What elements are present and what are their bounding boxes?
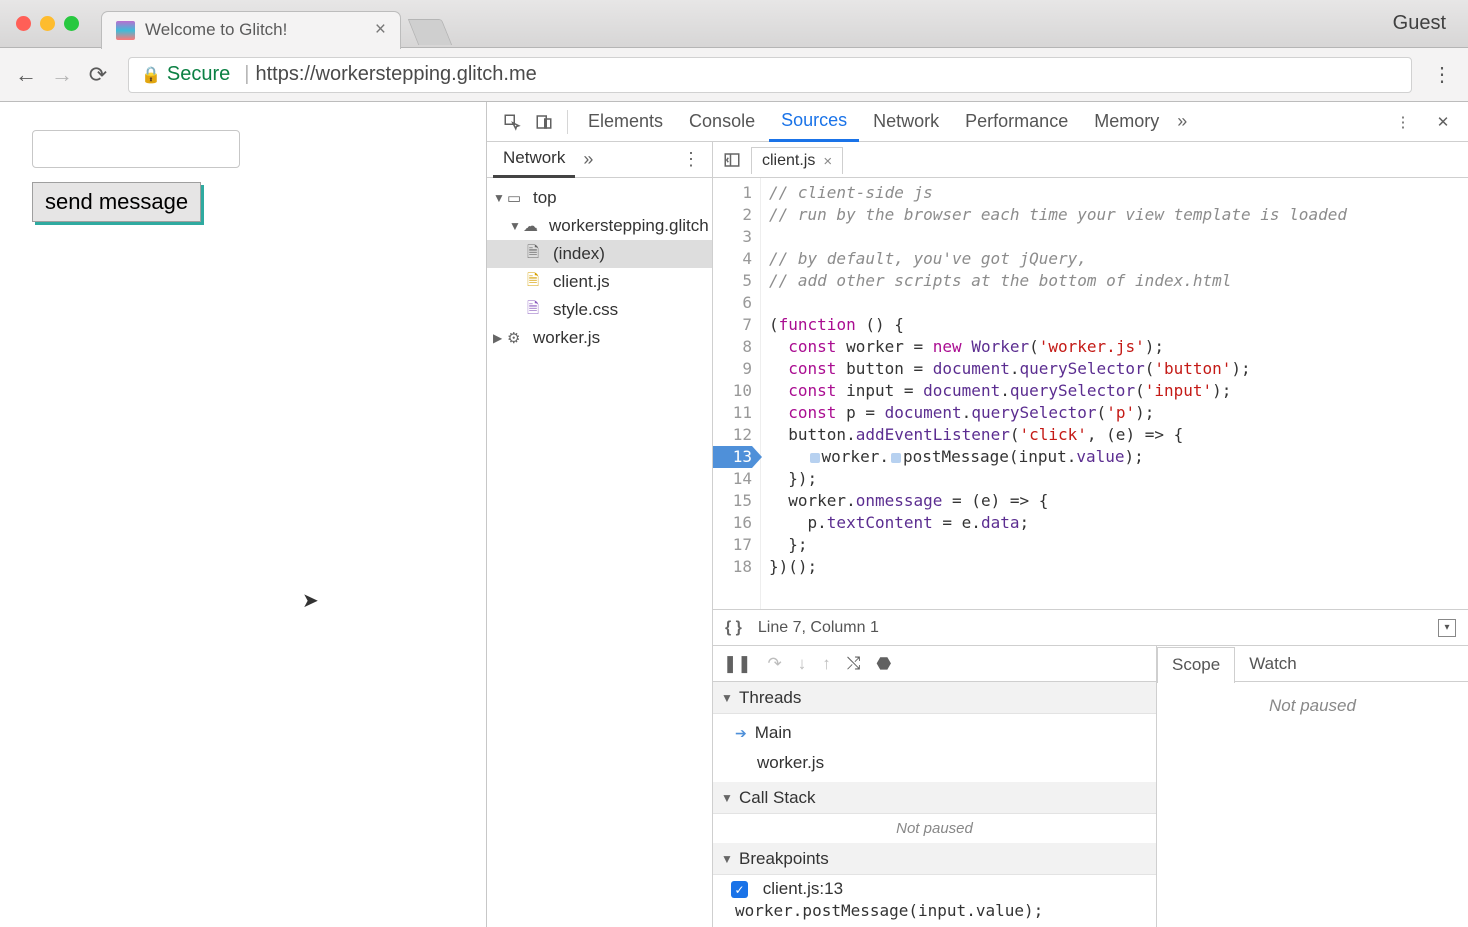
cursor-position: Line 7, Column 1 bbox=[758, 619, 879, 637]
message-input[interactable] bbox=[32, 130, 240, 168]
thread-worker[interactable]: worker.js bbox=[713, 748, 1156, 778]
separator: | bbox=[244, 63, 249, 86]
lock-icon: 🔒 bbox=[141, 65, 161, 85]
debugger-toolbar: ❚❚ ↷ ↓ ↑ ⤭ ⬣ bbox=[713, 646, 1156, 682]
pause-on-exceptions-icon[interactable]: ⬣ bbox=[876, 654, 891, 674]
mouse-cursor-icon: ➤ bbox=[302, 588, 319, 613]
breakpoint-checkbox[interactable]: ✓ bbox=[731, 881, 748, 898]
pause-icon[interactable]: ❚❚ bbox=[723, 654, 752, 674]
devtools-close-icon[interactable]: ✕ bbox=[1428, 107, 1458, 137]
sources-navigator: Network » ⋮ ▼▭top ▼☁workerstepping.glitc… bbox=[487, 142, 713, 927]
tab-network[interactable]: Network bbox=[861, 102, 951, 142]
maximize-window-icon[interactable] bbox=[64, 16, 79, 31]
tab-close-icon[interactable]: × bbox=[365, 19, 386, 41]
css-file-icon: 🗎 bbox=[527, 298, 547, 323]
frame-icon: ▭ bbox=[507, 189, 527, 207]
forward-button[interactable]: → bbox=[46, 59, 78, 91]
devtools-settings-icon[interactable]: ⋮ bbox=[1388, 107, 1418, 137]
step-over-icon[interactable]: ↷ bbox=[768, 654, 782, 674]
cloud-icon: ☁ bbox=[523, 217, 543, 235]
secure-label: Secure bbox=[167, 63, 230, 86]
breakpoints-section: ▼Breakpoints ✓ client.js:13 worker.postM… bbox=[713, 843, 1156, 924]
reload-button[interactable]: ⟳ bbox=[82, 59, 114, 91]
device-toolbar-icon[interactable] bbox=[529, 107, 559, 137]
new-tab-button[interactable] bbox=[408, 19, 453, 45]
breakpoint-item[interactable]: ✓ client.js:13 worker.postMessage(input.… bbox=[713, 875, 1156, 924]
tab-sources[interactable]: Sources bbox=[769, 102, 859, 142]
window-titlebar: Welcome to Glitch! × Guest bbox=[0, 0, 1468, 48]
more-tabs-icon[interactable]: » bbox=[1177, 111, 1187, 132]
navigator-more-icon[interactable]: » bbox=[583, 149, 593, 170]
tree-worker[interactable]: ▶⚙worker.js bbox=[487, 324, 712, 352]
thread-main[interactable]: ➔Main bbox=[713, 718, 1156, 748]
status-dropdown-icon[interactable]: ▾ bbox=[1438, 619, 1456, 637]
tree-file-index[interactable]: 🗎(index) bbox=[487, 240, 712, 268]
source-editor-area: client.js × 1234 5678 9101112 13 1415161… bbox=[713, 142, 1468, 927]
minimize-window-icon[interactable] bbox=[40, 16, 55, 31]
browser-tab[interactable]: Welcome to Glitch! × bbox=[101, 11, 401, 49]
rendered-page: send message ➤ bbox=[0, 102, 487, 927]
threads-section: ▼Threads ➔Main worker.js bbox=[713, 682, 1156, 782]
gear-icon: ⚙ bbox=[507, 329, 527, 347]
step-into-icon[interactable]: ↓ bbox=[798, 654, 807, 674]
code-editor[interactable]: // client-side js// run by the browser e… bbox=[761, 178, 1468, 609]
url-text: https://workerstepping.glitch.me bbox=[256, 63, 537, 86]
callstack-state: Not paused bbox=[713, 814, 1156, 843]
callstack-section: ▼Call Stack Not paused bbox=[713, 782, 1156, 843]
tab-console[interactable]: Console bbox=[677, 102, 767, 142]
separator bbox=[567, 110, 568, 134]
send-message-button[interactable]: send message bbox=[32, 182, 201, 222]
tree-top[interactable]: ▼▭top bbox=[487, 184, 712, 212]
tab-scope[interactable]: Scope bbox=[1157, 647, 1235, 683]
tree-domain[interactable]: ▼☁workerstepping.glitch bbox=[487, 212, 712, 240]
toggle-navigator-icon[interactable] bbox=[719, 151, 745, 169]
tab-title: Welcome to Glitch! bbox=[145, 20, 287, 40]
navigator-tab-network[interactable]: Network bbox=[493, 142, 575, 178]
traffic-lights bbox=[16, 16, 79, 31]
tree-file-stylecss[interactable]: 🗎style.css bbox=[487, 296, 712, 324]
tree-file-clientjs[interactable]: 🗎client.js bbox=[487, 268, 712, 296]
tab-watch[interactable]: Watch bbox=[1235, 646, 1311, 682]
back-button[interactable]: ← bbox=[10, 59, 42, 91]
file-icon: 🗎 bbox=[527, 242, 547, 267]
navigator-menu-icon[interactable]: ⋮ bbox=[676, 149, 706, 170]
inspect-element-icon[interactable] bbox=[497, 107, 527, 137]
breakpoint-marker[interactable]: 13 bbox=[713, 446, 752, 468]
tab-memory[interactable]: Memory bbox=[1082, 102, 1171, 142]
file-tab-close-icon[interactable]: × bbox=[823, 153, 832, 170]
deactivate-breakpoints-icon[interactable]: ⤭ bbox=[847, 654, 861, 674]
devtools: Elements Console Sources Network Perform… bbox=[487, 102, 1468, 927]
pretty-print-icon[interactable]: { } bbox=[725, 619, 742, 637]
devtools-tabbar: Elements Console Sources Network Perform… bbox=[487, 102, 1468, 142]
scope-state: Not paused bbox=[1157, 682, 1468, 927]
tab-favicon-icon bbox=[116, 21, 135, 40]
editor-status-bar: { } Line 7, Column 1 ▾ bbox=[713, 609, 1468, 645]
browser-toolbar: ← → ⟳ 🔒 Secure | https://workerstepping.… bbox=[0, 48, 1468, 102]
profile-label[interactable]: Guest bbox=[1393, 12, 1446, 35]
line-gutter[interactable]: 1234 5678 9101112 13 1415161718 bbox=[713, 178, 761, 609]
step-out-icon[interactable]: ↑ bbox=[822, 654, 831, 674]
tab-performance[interactable]: Performance bbox=[953, 102, 1080, 142]
js-file-icon: 🗎 bbox=[527, 270, 547, 295]
close-window-icon[interactable] bbox=[16, 16, 31, 31]
tab-elements[interactable]: Elements bbox=[576, 102, 675, 142]
address-bar[interactable]: 🔒 Secure | https://workerstepping.glitch… bbox=[128, 57, 1412, 93]
browser-menu-icon[interactable]: ⋮ bbox=[1426, 62, 1458, 87]
file-tree: ▼▭top ▼☁workerstepping.glitch 🗎(index) 🗎… bbox=[487, 178, 712, 927]
debugger-panes: ❚❚ ↷ ↓ ↑ ⤭ ⬣ ▼Threads ➔Main bbox=[713, 645, 1468, 927]
file-tab-clientjs[interactable]: client.js × bbox=[751, 147, 843, 174]
